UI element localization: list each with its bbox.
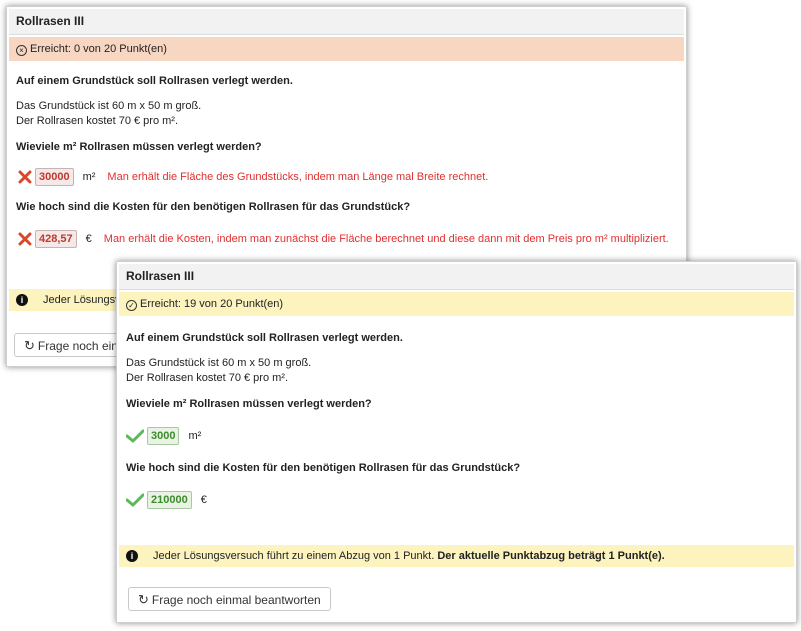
info-text: Jeder Lösungsversuch führt zu einem Abzu… <box>153 550 435 562</box>
feedback-text-1: Man erhält die Fläche des Grundstücks, i… <box>107 171 489 183</box>
answer-unit-2: € <box>85 233 92 245</box>
task-intro: Auf einem Grundstück soll Rollrasen verl… <box>126 332 403 344</box>
info-text-bold: Der aktuelle Punktabzug beträgt 1 Punkt(… <box>437 550 665 562</box>
task-description-line-2: Der Rollrasen kostet 70 € pro m². <box>16 115 179 127</box>
answer-row-2: 210000 € <box>126 490 787 510</box>
close-circle-icon: × <box>16 45 27 56</box>
task-description-line-1: Das Grundstück ist 60 m x 50 m groß. <box>126 357 312 369</box>
score-status-bar: × Erreicht: 0 von 20 Punkt(en) <box>9 37 684 61</box>
score-status-bar: ✓ Erreicht: 19 von 20 Punkt(en) <box>119 292 794 316</box>
card-title: Rollrasen III <box>9 9 684 35</box>
answer-unit-2: € <box>200 494 207 506</box>
cross-icon <box>18 232 32 246</box>
info-bar: i Jeder Lösungsversuch führt zu einem Ab… <box>119 545 794 567</box>
answer-row-2: 428,57 € Man erhält die Kosten, indem ma… <box>16 229 677 249</box>
refresh-icon: ↻ <box>138 592 149 607</box>
refresh-icon: ↻ <box>24 338 35 353</box>
answer-unit-1: m² <box>188 430 202 442</box>
answer-unit-1: m² <box>82 171 96 183</box>
task-description-line-2: Der Rollrasen kostet 70 € pro m². <box>126 372 289 384</box>
answer-row-1: 3000 m² <box>126 426 787 446</box>
question-2: Wie hoch sind die Kosten für den benötig… <box>126 462 521 474</box>
info-icon: i <box>126 550 138 562</box>
check-icon <box>126 429 144 443</box>
card-title: Rollrasen III <box>119 264 794 290</box>
question-2: Wie hoch sind die Kosten für den benötig… <box>16 201 411 213</box>
answer-field-1[interactable]: 30000 <box>35 168 74 186</box>
info-icon: i <box>16 294 28 306</box>
answer-field-2[interactable]: 428,57 <box>35 230 77 248</box>
question-1: Wieviele m² Rollrasen müssen verlegt wer… <box>16 141 262 153</box>
check-circle-icon: ✓ <box>126 300 137 311</box>
answer-field-2[interactable]: 210000 <box>147 491 192 509</box>
question-1: Wieviele m² Rollrasen müssen verlegt wer… <box>126 398 372 410</box>
check-icon <box>126 493 144 507</box>
task-description-line-1: Das Grundstück ist 60 m x 50 m groß. <box>16 100 202 112</box>
task-intro: Auf einem Grundstück soll Rollrasen verl… <box>16 75 293 87</box>
score-text: Erreicht: 19 von 20 Punkt(en) <box>140 298 284 310</box>
retry-button-label: Frage noch einmal beantworten <box>151 593 321 607</box>
retry-button[interactable]: ↻ Frage noch einmal beantworten <box>128 587 331 611</box>
cross-icon <box>18 170 32 184</box>
feedback-text-2: Man erhält die Kosten, indem man zunächs… <box>103 233 669 245</box>
score-text: Erreicht: 0 von 20 Punkt(en) <box>30 43 167 55</box>
answer-field-1[interactable]: 3000 <box>147 427 180 445</box>
quiz-card-attempt-2: Rollrasen III ✓ Erreicht: 19 von 20 Punkt… <box>116 261 797 623</box>
answer-row-1: 30000 m² Man erhält die Fläche des Grund… <box>16 167 677 187</box>
